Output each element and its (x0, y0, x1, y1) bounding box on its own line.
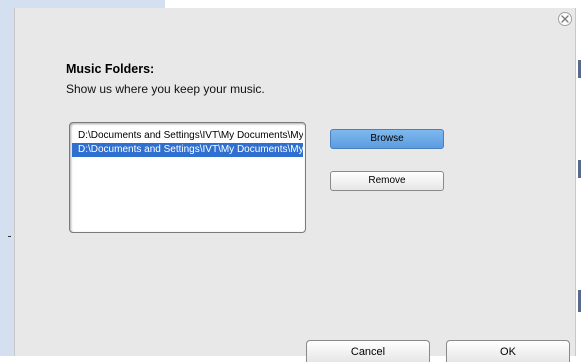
background-left-panel (0, 0, 14, 356)
ok-button[interactable]: OK (446, 340, 570, 362)
browse-button[interactable]: Browse (330, 129, 444, 149)
dialog-heading: Music Folders: (66, 62, 155, 76)
background-mark (8, 236, 11, 237)
music-folders-dialog: Music Folders: Show us where you keep yo… (14, 8, 576, 362)
folder-list-item-selected[interactable]: D:\Documents and Settings\IVT\My Documen… (72, 143, 303, 157)
music-folder-list[interactable]: D:\Documents and Settings\IVT\My Documen… (69, 122, 306, 233)
close-icon (561, 15, 569, 23)
remove-button[interactable]: Remove (330, 171, 444, 191)
close-button[interactable] (558, 12, 572, 26)
background-top-panel (0, 0, 165, 8)
cancel-button[interactable]: Cancel (306, 340, 430, 362)
folder-list-item[interactable]: D:\Documents and Settings\IVT\My Documen… (72, 129, 303, 143)
dialog-subtitle: Show us where you keep your music. (66, 82, 265, 96)
